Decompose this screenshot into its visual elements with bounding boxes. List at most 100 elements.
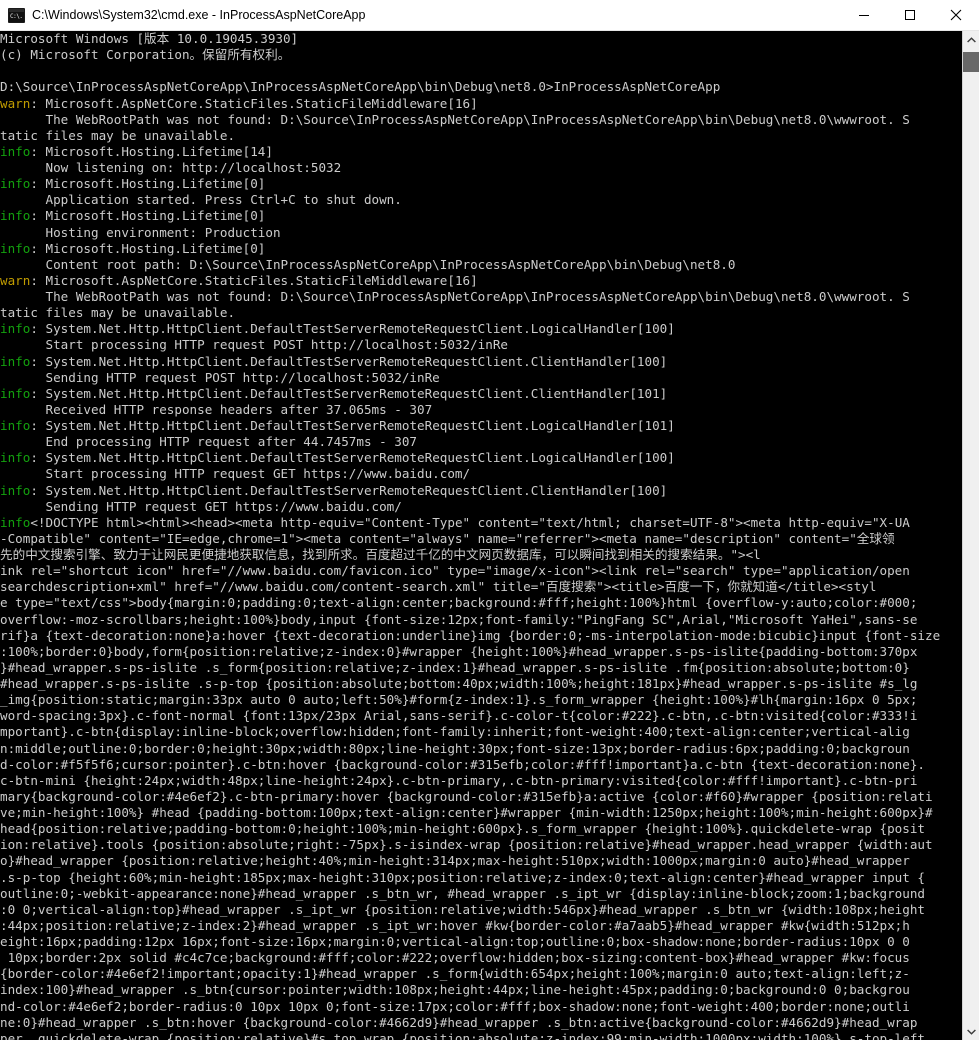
console-line: warn: Microsoft.AspNetCore.StaticFiles.S… (0, 96, 962, 112)
console-line: :0 0;vertical-align:top}#head_wrapper .s… (0, 902, 962, 918)
console-line-segment: info (0, 514, 31, 530)
console-line: info: System.Net.Http.HttpClient.Default… (0, 483, 962, 499)
console-line: Sending HTTP request POST http://localho… (0, 370, 962, 386)
console-line: rif}a {text-decoration:none}a:hover {tex… (0, 628, 962, 644)
console-line: {border-color:#4e6ef2!important;opacity:… (0, 966, 962, 982)
console-line-segment: Received HTTP response headers after 37.… (0, 401, 433, 417)
console-line-segment: info (0, 418, 31, 433)
console-line-segment: {border-color:#4e6ef2!important;opacity:… (0, 966, 910, 982)
console-line-segment: Start processing HTTP request GET https:… (0, 466, 471, 482)
console-line: o}#head_wrapper {position:relative;heigh… (0, 853, 962, 869)
console-line: tatic files may be unavailable. (0, 128, 962, 144)
console-output[interactable]: Microsoft Windows [版本 10.0.19045.3930] (c… (0, 31, 962, 1040)
console-line-segment: word-spacing:3px}.c-font-normal {font:13… (0, 708, 918, 724)
console-line-segment: 10px;border:2px solid #c4c7ce;background… (0, 950, 910, 966)
console-line-segment: : Microsoft.Hosting.Lifetime[0] (30, 240, 266, 256)
console-line-segment: : Microsoft.Hosting.Lifetime[0] (30, 208, 266, 224)
console-line: :44px;position:relative;z-index:2}#head_… (0, 918, 962, 934)
console-line: info: System.Net.Http.HttpClient.Default… (0, 321, 962, 337)
console-line-segment: tatic files may be unavailable. (0, 305, 236, 321)
console-line-segment: Hosting environment: Production (0, 224, 281, 240)
console-line: Now listening on: http://localhost:5032 (0, 160, 962, 176)
console-line-segment: :0 0;vertical-align:top}#head_wrapper .s… (0, 901, 926, 917)
console-line: ink rel="shortcut icon" href="//www.baid… (0, 563, 962, 579)
cmd-console-icon-glyph: C:\. (9, 11, 24, 22)
console-line: (c) Microsoft Corporation。保留所有权利。 (0, 47, 962, 63)
console-line: per .quickdelete-wrap {position:relative… (0, 1031, 962, 1040)
console-line-segment: : Microsoft.Hosting.Lifetime[0] (30, 176, 266, 192)
console-line-segment: info (0, 482, 31, 498)
console-line: info: System.Net.Http.HttpClient.Default… (0, 354, 962, 370)
console-line-segment: d-color:#f5f5f6;cursor:pointer}.c-btn:ho… (0, 756, 926, 772)
console-line: Start processing HTTP request GET https:… (0, 466, 962, 482)
console-line: info: Microsoft.Hosting.Lifetime[14] (0, 144, 962, 160)
chevron-down-icon (966, 1028, 976, 1035)
console-line: #head_wrapper.s-ps-islite .s-p-top {posi… (0, 676, 962, 692)
close-icon (950, 9, 962, 21)
console-line: mary{background-color:#4e6ef2}.c-btn-pri… (0, 789, 962, 805)
console-line-segment: The WebRootPath was not found: D:\Source… (0, 289, 910, 304)
scroll-up-button[interactable] (963, 31, 979, 48)
console-line-segment: overflow:-moz-scrollbars;height:100%}bod… (0, 611, 918, 627)
console-line-segment: info (0, 208, 31, 224)
console-line-segment: ink rel="shortcut icon" href="//www.baid… (0, 563, 910, 579)
console-line: info: Microsoft.Hosting.Lifetime[0] (0, 176, 962, 192)
console-line: Hosting environment: Production (0, 225, 962, 241)
console-line-segment: c-btn-mini {height:24px;width:48px;line-… (0, 772, 918, 788)
console-line-segment: Sending HTTP request POST http://localho… (0, 369, 440, 385)
console-line: The WebRootPath was not found: D:\Source… (0, 112, 962, 128)
console-line: n:middle;outline:0;border:0;height:30px;… (0, 741, 962, 757)
console-line-segment: : System.Net.Http.HttpClient.DefaultTest… (30, 385, 668, 401)
console-line: tatic files may be unavailable. (0, 305, 962, 321)
maximize-button[interactable] (887, 0, 933, 30)
console-line-segment: info (0, 385, 31, 401)
console-line: 10px;border:2px solid #c4c7ce;background… (0, 950, 962, 966)
console-line-segment: outline:0;-webkit-appearance:none}#head_… (0, 885, 926, 901)
console-line-segment: info (0, 353, 31, 369)
console-line: info: System.Net.Http.HttpClient.Default… (0, 450, 962, 466)
console-area[interactable]: Microsoft Windows [版本 10.0.19045.3930] (c… (0, 31, 979, 1040)
console-line: 先的中文搜索引擎、致力于让网民更便捷地获取信息，找到所求。百度超过千亿的中文网页… (0, 547, 962, 563)
console-line: info: System.Net.Http.HttpClient.Default… (0, 418, 962, 434)
scroll-down-button[interactable] (963, 1023, 979, 1040)
close-button[interactable] (933, 0, 979, 30)
console-line-segment: ne:0}#head_wrapper .s_btn:hover {backgro… (0, 1014, 918, 1030)
console-line: searchdescription+xml" href="//www.baidu… (0, 579, 962, 595)
console-line: mportant}.c-btn{display:inline-block;ove… (0, 724, 962, 740)
console-line-segment: ion:relative}.tools {position:absolute;r… (0, 837, 933, 853)
console-line-segment: : Microsoft.AspNetCore.StaticFiles.Stati… (30, 95, 478, 111)
cmd-console-window: C:\. C:\Windows\System32\cmd.exe - InPro… (0, 0, 979, 1040)
console-line-segment: info (0, 240, 31, 256)
maximize-icon (905, 10, 915, 20)
console-line: e type="text/css">body{margin:0;padding:… (0, 595, 962, 611)
console-line: }#head_wrapper.s-ps-islite .s_form{posit… (0, 660, 962, 676)
console-line-segment: : System.Net.Http.HttpClient.DefaultTest… (30, 321, 675, 337)
console-line-segment: : System.Net.Http.HttpClient.DefaultTest… (30, 450, 675, 466)
console-line-segment: mportant}.c-btn{display:inline-block;ove… (0, 724, 910, 740)
console-line-segment: mary{background-color:#4e6ef2}.c-btn-pri… (0, 788, 933, 804)
vertical-scrollbar[interactable] (962, 31, 979, 1040)
minimize-icon (859, 15, 869, 16)
console-line-segment: :44px;position:relative;z-index:2}#head_… (0, 917, 910, 933)
console-line: .s-p-top {height:60%;min-height:185px;ma… (0, 870, 962, 886)
console-line-segment: info (0, 450, 31, 466)
titlebar[interactable]: C:\. C:\Windows\System32\cmd.exe - InPro… (0, 0, 979, 31)
console-line: head{position:relative;padding-bottom:0;… (0, 821, 962, 837)
console-line-segment: index:100}#head_wrapper .s_btn{cursor:po… (0, 982, 910, 998)
console-line-segment: Sending HTTP request GET https://www.bai… (0, 498, 402, 514)
minimize-button[interactable] (841, 0, 887, 30)
window-title: C:\Windows\System32\cmd.exe - InProcessA… (32, 8, 366, 22)
console-line: c-btn-mini {height:24px;width:48px;line-… (0, 773, 962, 789)
cmd-console-icon: C:\. (8, 7, 25, 23)
scrollbar-thumb[interactable] (963, 52, 979, 72)
console-line-segment: warn (0, 272, 31, 288)
console-line-segment: Start processing HTTP request POST http:… (0, 337, 508, 353)
console-line-segment: head{position:relative;padding-bottom:0;… (0, 821, 926, 837)
console-line: Content root path: D:\Source\InProcessAs… (0, 257, 962, 273)
console-line: Application started. Press Ctrl+C to shu… (0, 192, 962, 208)
console-line: eight:16px;padding:12px 16px;font-size:1… (0, 934, 962, 950)
scrollbar-track[interactable] (963, 48, 979, 1023)
console-line-segment: : System.Net.Http.HttpClient.DefaultTest… (30, 482, 668, 498)
console-line: ion:relative}.tools {position:absolute;r… (0, 837, 962, 853)
